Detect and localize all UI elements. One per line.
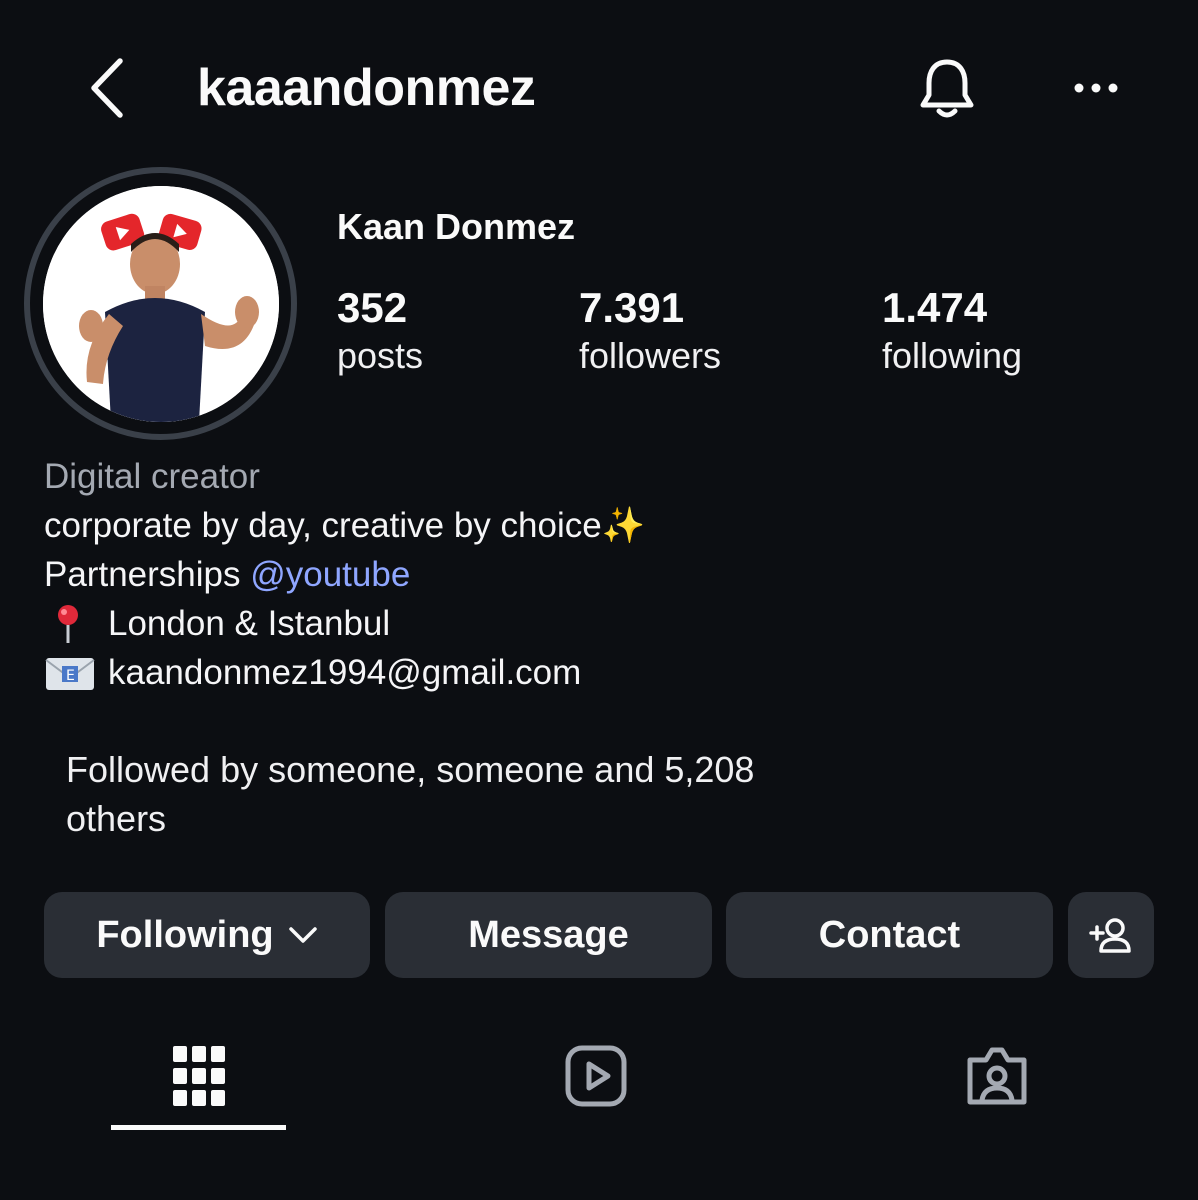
category-label: Digital creator (44, 457, 260, 496)
bell-icon (920, 59, 974, 118)
bio: Digital creator corporate by day, creati… (44, 452, 645, 697)
chevron-left-icon (91, 58, 123, 118)
partnerships-link[interactable]: @youtube (250, 550, 410, 599)
avatar-ring[interactable] (24, 167, 297, 440)
bio-location: London & Istanbul (44, 599, 645, 648)
tab-reels[interactable] (508, 1028, 683, 1124)
profile-photo (42, 185, 279, 422)
message-button-label: Message (468, 913, 629, 956)
followed-by[interactable]: Followed by someone, someone and 5,208 o… (66, 745, 754, 843)
stat-following[interactable]: 1.474 following (882, 285, 1022, 381)
back-button[interactable] (80, 56, 132, 120)
add-user-button[interactable] (1068, 892, 1154, 978)
bio-partnerships: Partnerships @youtube (44, 550, 645, 599)
reels-icon (565, 1045, 626, 1107)
chevron-down-icon (288, 927, 317, 943)
bio-email: E kaandonmez1994@gmail.com (44, 648, 645, 697)
svg-text:E: E (66, 668, 75, 684)
stat-posts[interactable]: 352 posts (337, 285, 423, 381)
notifications-button[interactable] (914, 54, 980, 124)
stat-posts-value: 352 (337, 284, 408, 331)
pin-icon (44, 603, 96, 645)
profile-username: kaaandonmez (197, 59, 536, 117)
stat-following-value: 1.474 (882, 284, 988, 331)
tagged-person-icon (967, 1047, 1026, 1105)
display-name: Kaan Donmez (337, 206, 576, 247)
selected-tab-indicator (111, 1125, 286, 1130)
followed-by-line-2: others (66, 798, 167, 839)
followed-by-line-1: Followed by someone, someone and 5,208 (66, 749, 755, 790)
bio-line-1: corporate by day, creative by choice✨ (44, 506, 646, 545)
stat-followers-label: followers (579, 335, 722, 376)
stat-followers-value: 7.391 (579, 284, 685, 331)
stat-posts-label: posts (337, 335, 424, 376)
message-button[interactable]: Message (385, 892, 712, 978)
stat-following-label: following (882, 335, 1023, 376)
tab-tagged[interactable] (909, 1028, 1084, 1124)
more-horizontal-icon (1074, 83, 1118, 93)
following-button[interactable]: Following (44, 892, 370, 978)
avatar[interactable] (42, 185, 279, 422)
contact-button[interactable]: Contact (726, 892, 1053, 978)
following-button-label: Following (96, 913, 274, 956)
profile-page: kaaandonmez Kaan Donmez 352 posts 7.391 … (0, 0, 1198, 1200)
email-link[interactable]: kaandonmez1994@gmail.com (108, 648, 581, 697)
more-options-button[interactable] (1066, 66, 1126, 110)
grid-icon (172, 1046, 225, 1106)
envelope-icon: E (44, 652, 96, 694)
stat-followers[interactable]: 7.391 followers (579, 285, 721, 381)
partnerships-prefix: Partnerships (44, 555, 251, 594)
location-text: London & Istanbul (108, 604, 391, 643)
tab-grid[interactable] (111, 1028, 286, 1124)
add-person-icon (1089, 918, 1131, 953)
contact-button-label: Contact (818, 913, 961, 956)
